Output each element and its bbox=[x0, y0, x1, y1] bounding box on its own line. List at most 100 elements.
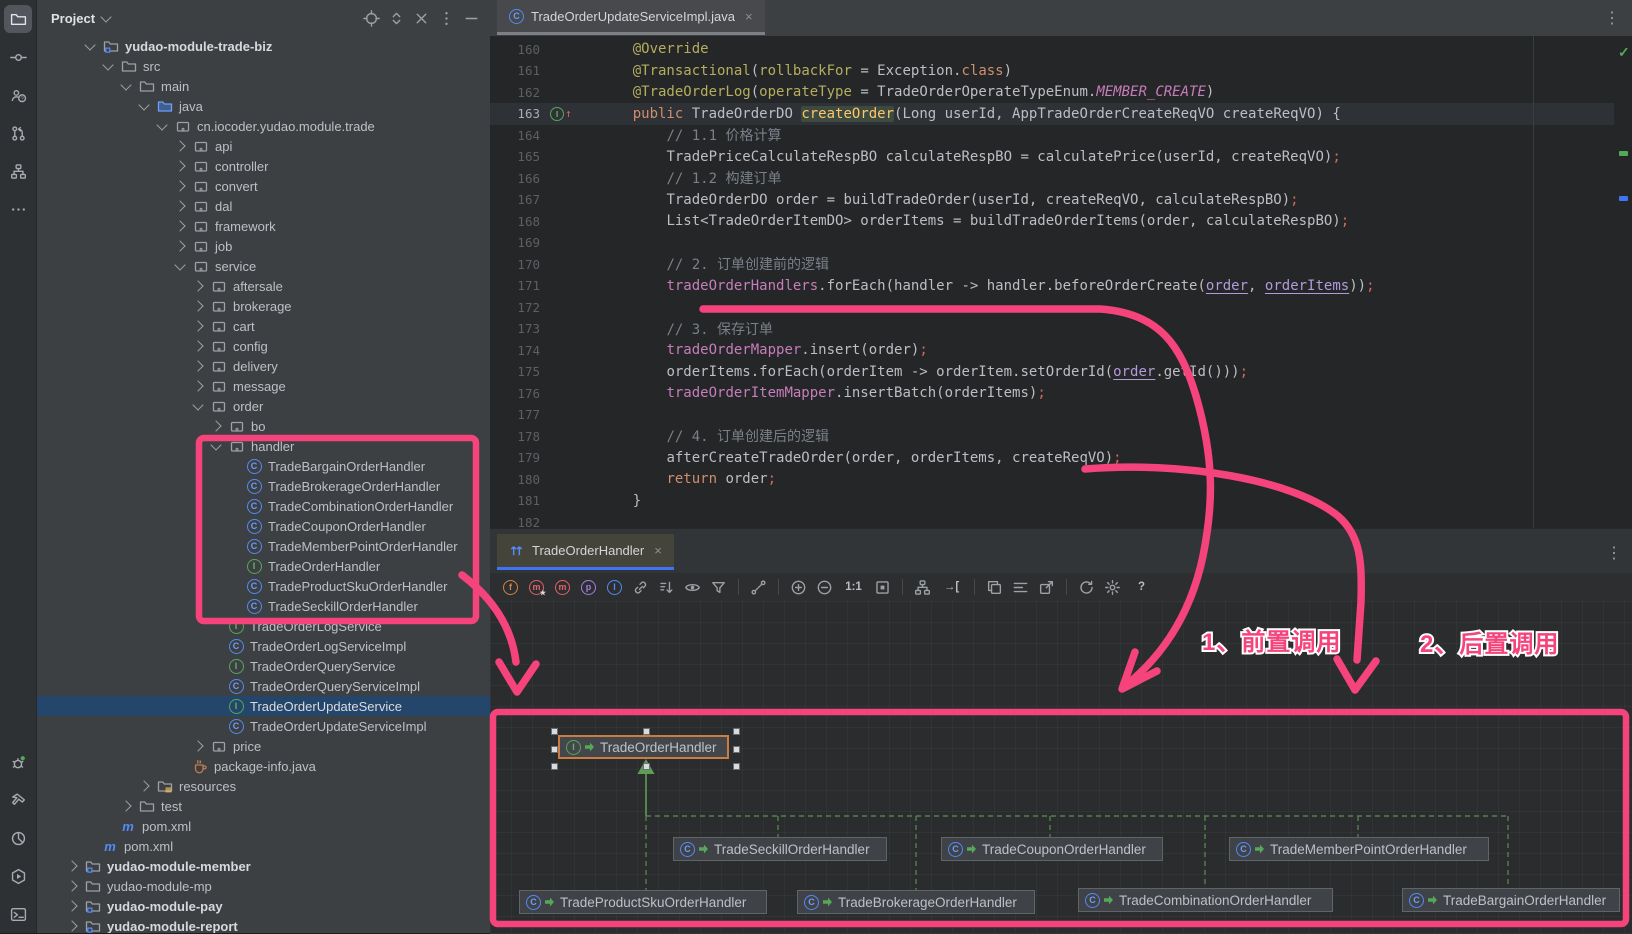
tree-item[interactable]: message bbox=[37, 376, 490, 396]
tree-item[interactable]: yudao-module-report bbox=[37, 916, 490, 933]
chevron-right-icon[interactable] bbox=[192, 360, 203, 371]
chevron-right-icon[interactable] bbox=[174, 240, 185, 251]
diagram-node[interactable]: ITradeOrderHandler bbox=[558, 735, 729, 759]
diagram-node[interactable]: CTradeSeckillOrderHandler bbox=[673, 837, 887, 861]
code-line[interactable]: 179afterCreateTradeOrder(order, orderIte… bbox=[490, 447, 1632, 469]
tree-item[interactable]: yudao-module-mp bbox=[37, 876, 490, 896]
tree-item[interactable]: CTradeOrderUpdateServiceImpl bbox=[37, 716, 490, 736]
chevron-right-icon[interactable] bbox=[192, 300, 203, 311]
snap-to-grid-icon[interactable]: →[ bbox=[938, 577, 965, 598]
diagram-node[interactable]: CTradeMemberPointOrderHandler bbox=[1229, 837, 1489, 861]
tree-item[interactable]: src bbox=[37, 56, 490, 76]
tree-item[interactable]: convert bbox=[37, 176, 490, 196]
selection-handle[interactable] bbox=[733, 728, 740, 735]
code-line[interactable]: 174tradeOrderMapper.insert(order); bbox=[490, 340, 1632, 362]
chevron-right-icon[interactable] bbox=[174, 160, 185, 171]
inner-classes-toggle[interactable]: I bbox=[604, 577, 625, 598]
diagram-node[interactable]: CTradeBargainOrderHandler bbox=[1402, 888, 1620, 912]
tree-item[interactable]: aftersale bbox=[37, 276, 490, 296]
code-line[interactable]: 172 bbox=[490, 297, 1632, 319]
chevron-down-icon[interactable] bbox=[100, 11, 111, 22]
tree-item[interactable]: api bbox=[37, 136, 490, 156]
editor-tab[interactable]: C TradeOrderUpdateServiceImpl.java × bbox=[497, 0, 765, 35]
chevron-down-icon[interactable] bbox=[210, 439, 221, 450]
tree-item[interactable]: mpom.xml bbox=[37, 836, 490, 856]
code-line[interactable]: 161@Transactional(rollbackFor = Exceptio… bbox=[490, 60, 1632, 82]
selection-handle[interactable] bbox=[551, 728, 558, 735]
chevron-right-icon[interactable] bbox=[66, 920, 77, 931]
tree-item[interactable]: dal bbox=[37, 196, 490, 216]
chevron-right-icon[interactable] bbox=[210, 420, 221, 431]
code-line[interactable]: 180return order; bbox=[490, 469, 1632, 491]
build-icon[interactable] bbox=[4, 786, 32, 814]
diagram-node[interactable]: CTradeProductSkuOrderHandler bbox=[519, 890, 767, 914]
close-icon[interactable]: × bbox=[745, 9, 753, 24]
sort-icon[interactable] bbox=[656, 577, 677, 598]
locate-icon[interactable] bbox=[360, 7, 382, 29]
tree-item[interactable]: job bbox=[37, 236, 490, 256]
link-icon[interactable] bbox=[630, 577, 651, 598]
chevron-down-icon[interactable] bbox=[156, 119, 167, 130]
code-line[interactable]: 168List<TradeOrderItemDO> orderItems = b… bbox=[490, 211, 1632, 233]
actual-size-button[interactable]: 1:1 bbox=[840, 577, 867, 598]
chevron-right-icon[interactable] bbox=[66, 860, 77, 871]
chevron-right-icon[interactable] bbox=[66, 880, 77, 891]
diagram-options-kebab-icon[interactable]: ⋮ bbox=[1606, 543, 1622, 563]
expand-collapse-icon[interactable] bbox=[385, 7, 407, 29]
diagram-canvas[interactable]: ITradeOrderHandler CTradeSeckillOrderHand… bbox=[490, 601, 1632, 933]
code-line[interactable]: 178// 4. 订单创建后的逻辑 bbox=[490, 426, 1632, 448]
export-icon[interactable] bbox=[1036, 577, 1057, 598]
code-line[interactable]: 175orderItems.forEach(orderItem -> order… bbox=[490, 361, 1632, 383]
tree-item[interactable]: cart bbox=[37, 316, 490, 336]
tree-item[interactable]: test bbox=[37, 796, 490, 816]
implements-gutter-icon[interactable]: I bbox=[550, 107, 564, 121]
chevron-right-icon[interactable] bbox=[192, 740, 203, 751]
diagram-node[interactable]: CTradeBrokerageOrderHandler bbox=[797, 890, 1035, 914]
terminal-icon[interactable] bbox=[4, 900, 32, 928]
fit-content-icon[interactable] bbox=[872, 577, 893, 598]
filter-icon[interactable] bbox=[708, 577, 729, 598]
chevron-right-icon[interactable] bbox=[192, 380, 203, 391]
tree-item[interactable]: CTradeOrderLogServiceImpl bbox=[37, 636, 490, 656]
visibility-icon[interactable] bbox=[682, 577, 703, 598]
tree-item[interactable]: service bbox=[37, 256, 490, 276]
diagram-settings-icon[interactable] bbox=[1102, 577, 1123, 598]
tree-item[interactable]: CTradeBrokerageOrderHandler bbox=[37, 476, 490, 496]
constructors-toggle[interactable]: m★ bbox=[526, 577, 547, 598]
code-line[interactable]: 171tradeOrderHandlers.forEach(handler ->… bbox=[490, 275, 1632, 297]
chevron-right-icon[interactable] bbox=[174, 180, 185, 191]
chevron-down-icon[interactable] bbox=[138, 99, 149, 110]
project-icon[interactable] bbox=[4, 5, 32, 33]
diagram-node[interactable]: CTradeCouponOrderHandler bbox=[941, 837, 1163, 861]
tree-item[interactable]: yudao-module-pay bbox=[37, 896, 490, 916]
chevron-right-icon[interactable] bbox=[174, 140, 185, 151]
tree-item[interactable]: order bbox=[37, 396, 490, 416]
structure-icon[interactable] bbox=[4, 157, 32, 185]
code-line[interactable]: 165TradePriceCalculateRespBO calculateRe… bbox=[490, 146, 1632, 168]
tree-item[interactable]: controller bbox=[37, 156, 490, 176]
tree-item[interactable]: config bbox=[37, 336, 490, 356]
tree-item[interactable]: java bbox=[37, 96, 490, 116]
tree-item[interactable]: yudao-module-trade-biz bbox=[37, 36, 490, 56]
code-editor[interactable]: 160@Override161@Transactional(rollbackFo… bbox=[490, 36, 1632, 531]
code-line[interactable]: 167TradeOrderDO order = buildTradeOrder(… bbox=[490, 189, 1632, 211]
chevron-right-icon[interactable] bbox=[174, 220, 185, 231]
code-line[interactable]: 181} bbox=[490, 490, 1632, 512]
copy-diagram-icon[interactable] bbox=[984, 577, 1005, 598]
diagram-node[interactable]: CTradeCombinationOrderHandler bbox=[1078, 888, 1333, 912]
chevron-right-icon[interactable] bbox=[174, 200, 185, 211]
tree-item[interactable]: main bbox=[37, 76, 490, 96]
properties-toggle[interactable]: p bbox=[578, 577, 599, 598]
zoom-in-icon[interactable] bbox=[788, 577, 809, 598]
tree-item[interactable]: ITradeOrderLogService bbox=[37, 616, 490, 636]
edge-tool-icon[interactable] bbox=[748, 577, 769, 598]
tree-item[interactable]: CTradeMemberPointOrderHandler bbox=[37, 536, 490, 556]
tree-item[interactable]: delivery bbox=[37, 356, 490, 376]
chevron-down-icon[interactable] bbox=[192, 399, 203, 410]
options-kebab-icon[interactable] bbox=[435, 7, 457, 29]
tree-item[interactable]: framework bbox=[37, 216, 490, 236]
chevron-right-icon[interactable] bbox=[192, 280, 203, 291]
selection-handle[interactable] bbox=[643, 763, 650, 770]
inspection-ok-icon[interactable]: ✓ bbox=[1618, 44, 1630, 61]
more-icon[interactable] bbox=[4, 195, 32, 223]
